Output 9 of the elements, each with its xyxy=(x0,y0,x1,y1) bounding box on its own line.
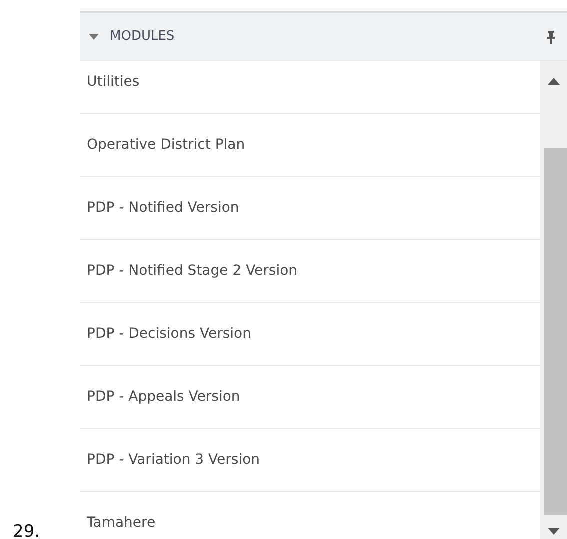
scroll-down-icon[interactable] xyxy=(548,528,560,535)
scrollbar[interactable] xyxy=(540,61,567,539)
scroll-up-icon[interactable] xyxy=(548,78,560,85)
list-number: 29. xyxy=(13,524,40,539)
scrollbar-thumb[interactable] xyxy=(544,148,567,515)
panel-title: MODULES xyxy=(110,29,176,44)
pin-icon[interactable] xyxy=(547,30,555,44)
caret-icon[interactable] xyxy=(88,32,100,40)
panel-header[interactable]: MODULES xyxy=(80,13,567,61)
